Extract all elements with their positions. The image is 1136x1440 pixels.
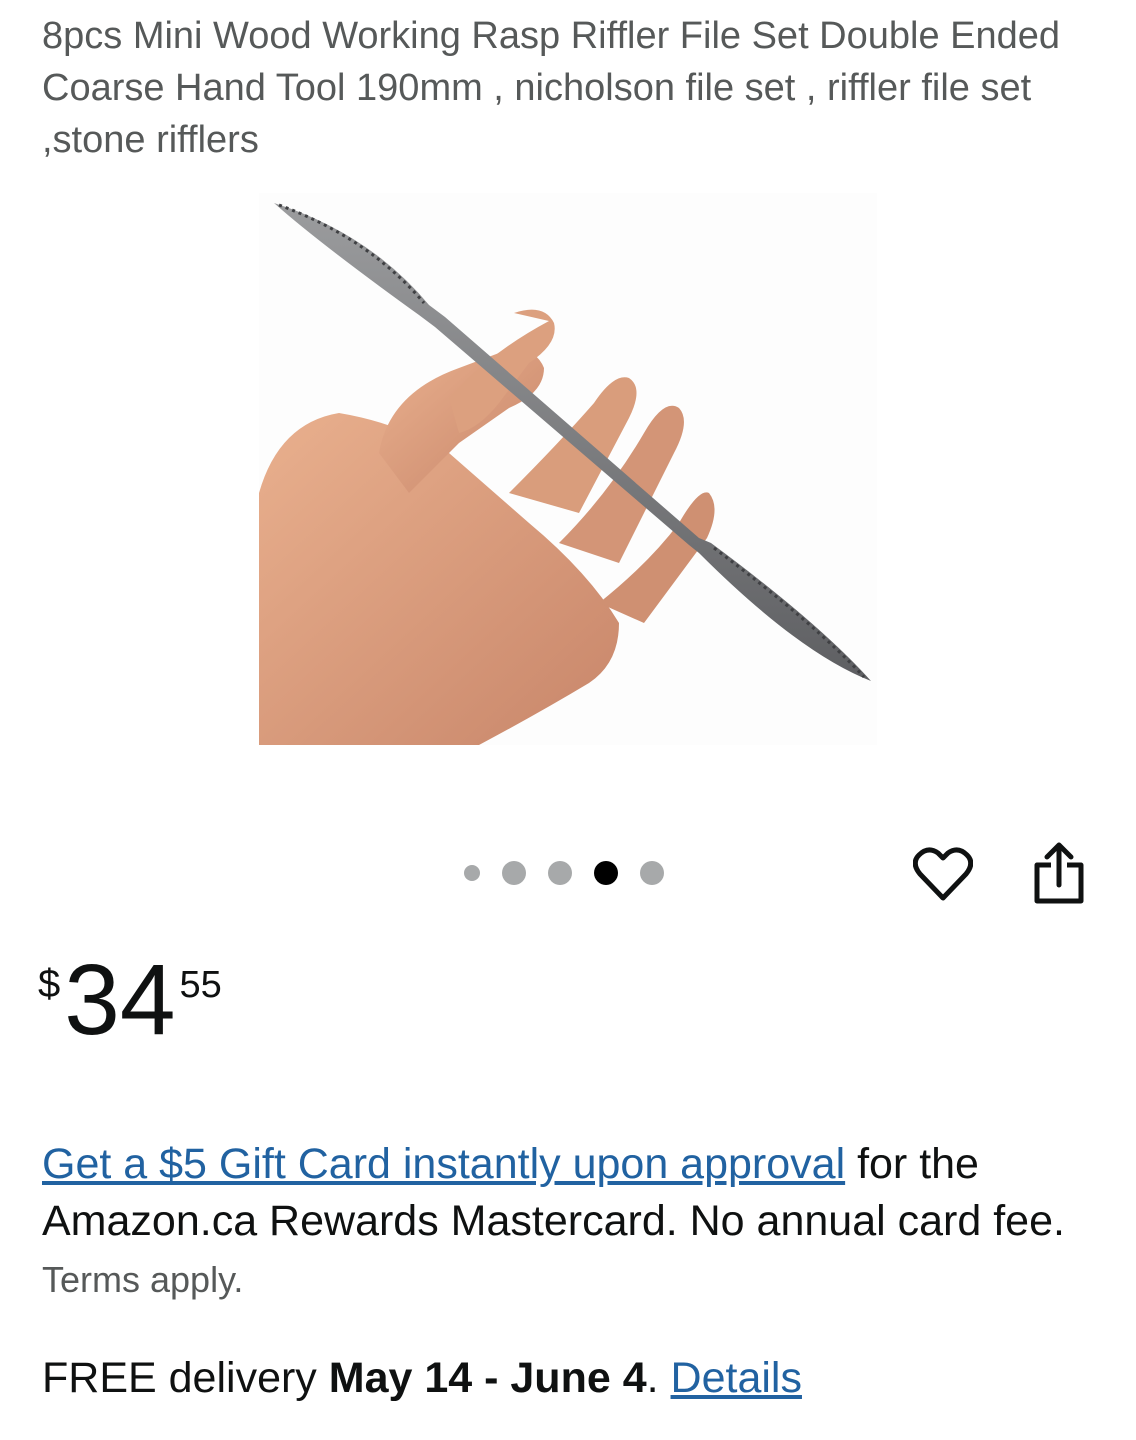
delivery-period: . (646, 1354, 671, 1402)
product-title[interactable]: 8pcs Mini Wood Working Rasp Riffler File… (42, 10, 1102, 166)
share-icon (1034, 842, 1084, 904)
carousel-dot[interactable] (548, 861, 572, 885)
carousel-dot[interactable] (502, 861, 526, 885)
product-title-link[interactable]: 8pcs Mini Wood Working Rasp Riffler File… (42, 15, 1060, 161)
product-image[interactable] (259, 193, 877, 745)
carousel-dot[interactable] (640, 861, 664, 885)
product-page: 8pcs Mini Wood Working Rasp Riffler File… (0, 0, 1136, 1440)
image-carousel-dots[interactable] (464, 859, 686, 887)
price-whole: 34 (64, 944, 176, 1056)
delivery-info: FREE delivery May 14 - June 4. Details (42, 1350, 1112, 1407)
price-fraction: 55 (179, 964, 222, 1006)
heart-icon (913, 847, 973, 901)
terms-link[interactable]: Terms apply. (42, 1259, 243, 1300)
price-symbol: $ (38, 962, 61, 1006)
share-button[interactable] (1024, 838, 1094, 908)
delivery-details-link[interactable]: Details (671, 1354, 802, 1402)
credit-card-promo: Get a $5 Gift Card instantly upon approv… (42, 1136, 1112, 1308)
price: $ 34 55 (38, 950, 222, 1060)
gift-card-offer-link[interactable]: Get a $5 Gift Card instantly upon approv… (42, 1140, 845, 1188)
delivery-dates: May 14 - June 4 (328, 1354, 647, 1402)
product-photo (259, 193, 877, 745)
carousel-dot-active[interactable] (594, 861, 618, 885)
wishlist-button[interactable] (909, 840, 977, 908)
carousel-dot[interactable] (464, 865, 480, 881)
delivery-prefix: FREE delivery (42, 1354, 329, 1402)
